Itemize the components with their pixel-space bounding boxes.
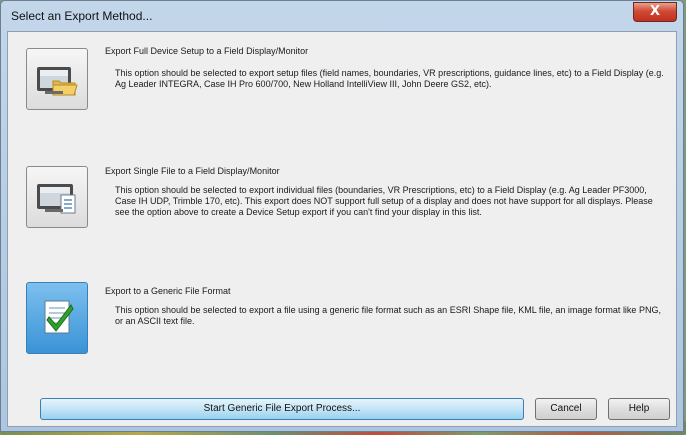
option-generic-file: Export to a Generic File Format This opt…: [8, 264, 676, 380]
close-button[interactable]: X: [633, 2, 677, 22]
title-bar: Select an Export Method... X: [1, 1, 683, 31]
document-checkmark-icon: [44, 300, 74, 334]
help-button[interactable]: Help: [608, 398, 670, 420]
dialog-title: Select an Export Method...: [11, 9, 153, 23]
option-title: Export to a Generic File Format: [105, 286, 231, 296]
option-full-device-setup: Export Full Device Setup to a Field Disp…: [8, 32, 676, 148]
start-export-button[interactable]: Start Generic File Export Process...: [40, 398, 524, 420]
monitor-folder-icon: [37, 67, 78, 96]
option-title: Export Single File to a Field Display/Mo…: [105, 166, 280, 176]
dialog-content: Export Full Device Setup to a Field Disp…: [7, 31, 677, 427]
option-single-file: Export Single File to a Field Display/Mo…: [8, 148, 676, 264]
cancel-button[interactable]: Cancel: [535, 398, 597, 420]
generic-file-button[interactable]: [26, 282, 88, 354]
option-title: Export Full Device Setup to a Field Disp…: [105, 46, 309, 56]
option-description: This option should be selected to export…: [115, 68, 664, 89]
full-device-setup-button[interactable]: [26, 48, 88, 110]
export-method-dialog: Select an Export Method... X Export Full…: [0, 0, 684, 432]
close-icon: X: [649, 4, 661, 19]
option-description: This option should be selected to export…: [115, 185, 653, 217]
option-description: This option should be selected to export…: [115, 305, 661, 326]
monitor-document-icon: [37, 184, 76, 214]
single-file-button[interactable]: [26, 166, 88, 228]
